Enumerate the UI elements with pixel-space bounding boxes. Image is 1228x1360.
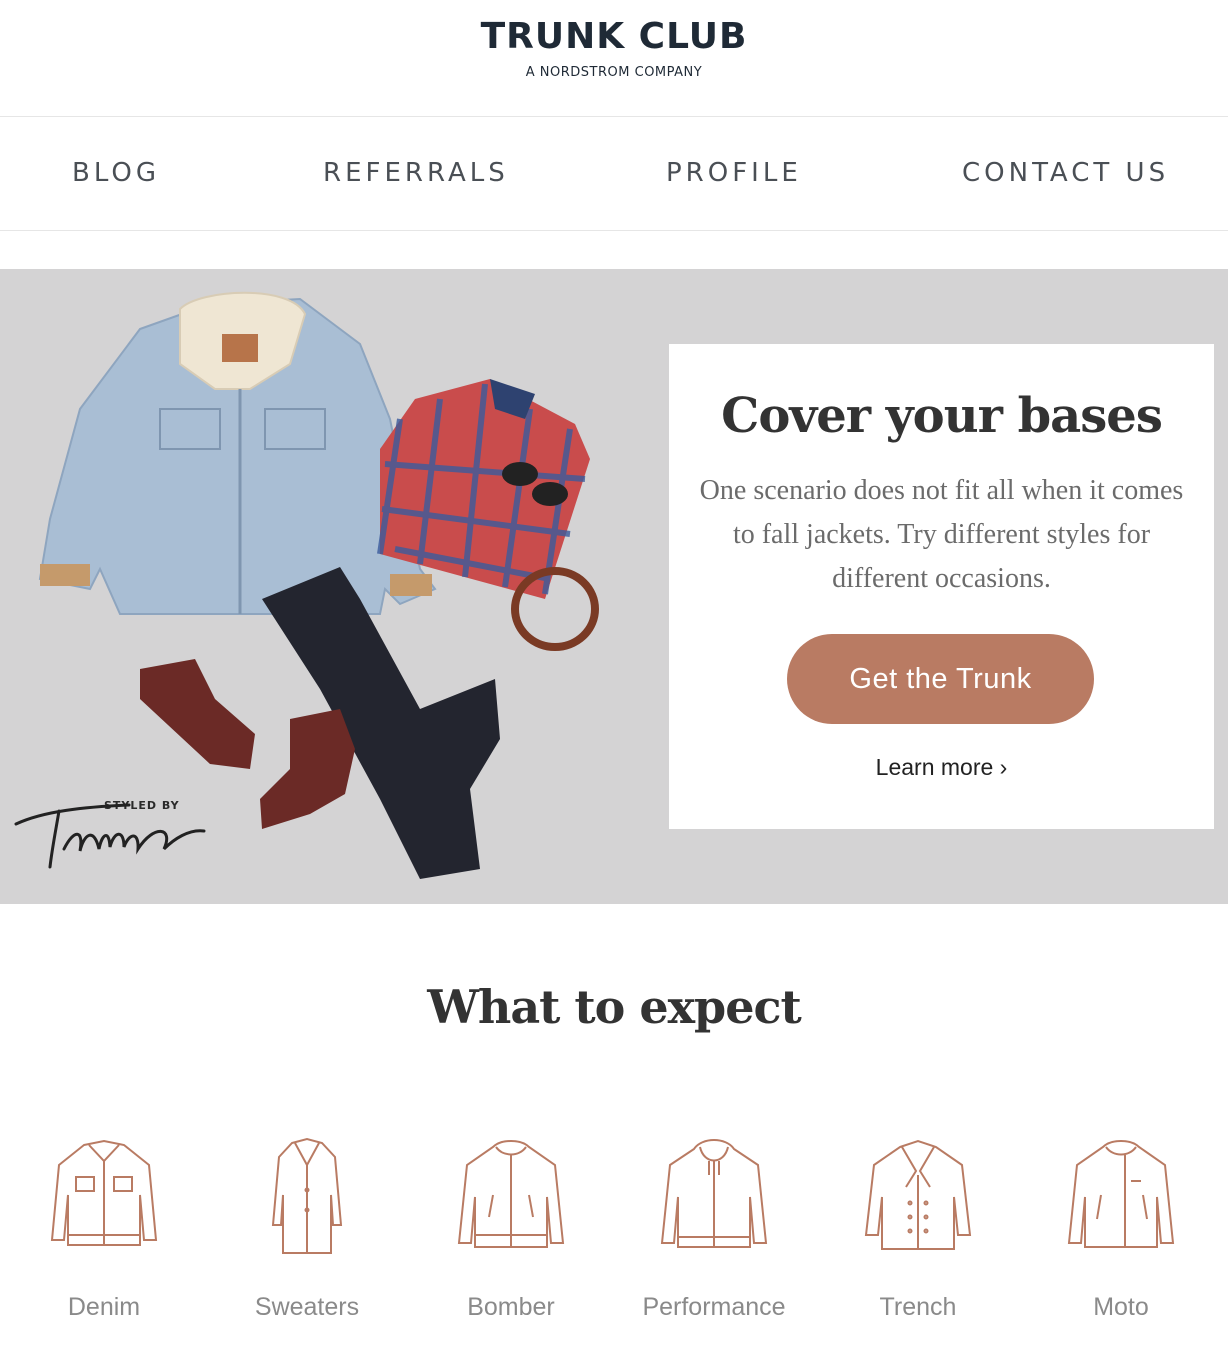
- hero-banner: STYLED BY Cover your bases One scenario …: [0, 269, 1228, 904]
- stylist-signature: [14, 803, 206, 869]
- nav-item-profile[interactable]: PROFILE: [666, 158, 802, 188]
- category-label: Moto: [1093, 1293, 1149, 1321]
- nav-item-contact-us[interactable]: CONTACT US: [962, 158, 1169, 188]
- learn-more-link[interactable]: Learn more ›: [669, 754, 1214, 781]
- brand-logo[interactable]: TRUNK CLUB: [0, 16, 1228, 57]
- category-moto[interactable]: Moto: [1031, 1135, 1211, 1321]
- brand-tagline: A NORDSTROM COMPANY: [525, 65, 703, 80]
- category-sweaters[interactable]: Sweaters: [217, 1135, 397, 1321]
- hero-card: Cover your bases One scenario does not f…: [669, 344, 1214, 829]
- header: TRUNK CLUB A NORDSTROM COMPANY: [0, 0, 1228, 117]
- hero-body: One scenario does not fit all when it co…: [699, 475, 1184, 594]
- category-trench[interactable]: Trench: [828, 1135, 1008, 1321]
- coat-icon: [271, 1137, 343, 1254]
- category-label: Performance: [642, 1293, 786, 1321]
- nav-item-blog[interactable]: BLOG: [72, 158, 160, 188]
- main-nav: BLOG REFERRALS PROFILE CONTACT US: [0, 118, 1228, 231]
- category-label: Trench: [879, 1293, 957, 1321]
- nav-item-referrals[interactable]: REFERRALS: [323, 158, 509, 188]
- category-label: Denim: [67, 1293, 141, 1321]
- category-denim[interactable]: Denim: [14, 1135, 194, 1321]
- category-label: Bomber: [467, 1293, 555, 1321]
- belt-illustration: [511, 567, 599, 651]
- category-label: Sweaters: [254, 1293, 360, 1321]
- bomber-jacket-icon: [457, 1140, 565, 1248]
- section-title: What to expect: [427, 980, 802, 1034]
- hero-title: Cover your bases: [721, 388, 1163, 444]
- moto-jacket-icon: [1067, 1140, 1175, 1248]
- category-performance[interactable]: Performance: [624, 1135, 804, 1321]
- denim-jacket-illustration: [38, 291, 437, 615]
- hoodie-jacket-icon: [660, 1139, 768, 1248]
- category-bomber[interactable]: Bomber: [421, 1135, 601, 1321]
- get-the-trunk-button[interactable]: Get the Trunk: [787, 634, 1094, 724]
- trench-coat-icon: [864, 1139, 972, 1250]
- denim-jacket-icon: [50, 1139, 158, 1246]
